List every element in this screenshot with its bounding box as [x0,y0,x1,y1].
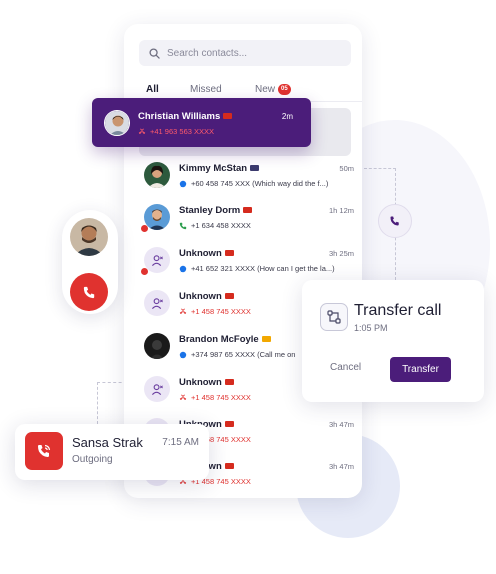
flag-usa-icon [250,165,260,172]
contact-name: Unknown [179,377,234,388]
call-time: 7:15 AM [162,437,199,448]
call-list-item[interactable]: Kimmy McStan 50m +60 458 745 XXX (Which wa… [144,162,354,202]
missed-call-icon [138,128,146,134]
tab-label: Missed [190,84,222,95]
unread-dot [141,268,148,275]
search-input[interactable] [167,47,347,59]
connector-line [97,382,127,383]
tab-missed[interactable]: Missed [190,84,222,95]
tab-new[interactable]: New 05 [255,84,291,95]
avatar [144,376,170,402]
contact-name: Unknown [179,291,234,302]
caller-photo [70,218,108,256]
call-time: 3h 47m [328,420,354,429]
flag-canada-icon [224,421,234,428]
dialog-time: 1:05 PM [354,323,388,333]
call-time: 2m [281,112,293,121]
call-list-item[interactable]: Stanley Dorm 1h 12m +1 634 458 XXXX [141,204,354,244]
flag-canada-icon [243,207,253,214]
unknown-contact-icon [151,297,163,309]
highlighted-call-item[interactable]: Christian Williams 2m +41 963 563 XXXX [92,98,311,147]
call-detail: +60 458 745 XXX (Which way did the f...) [179,179,328,188]
end-call-button[interactable] [70,273,108,311]
message-icon [179,180,187,187]
call-connector-bubble [378,204,412,238]
new-count-badge: 05 [278,84,291,95]
unread-dot [141,225,148,232]
avatar [144,290,170,316]
contact-name: Unknown [179,248,234,259]
connector-line [97,382,98,424]
unknown-contact-icon [151,383,163,395]
outgoing-call-card[interactable]: Sansa Strak Outgoing 7:15 AM [15,424,209,480]
transfer-icon [320,303,348,331]
outgoing-call-icon [25,432,63,470]
dialog-title: Transfer call [354,302,442,319]
call-detail: +1 458 745 XXXX [179,307,251,316]
call-status: Outgoing [72,454,113,465]
flag-armenia-icon [261,336,271,343]
avatar [104,110,130,136]
incoming-call-icon [179,222,187,229]
message-icon [179,351,187,358]
missed-call-icon [179,394,187,400]
flag-switzerland-icon [224,250,234,257]
active-call-card [62,210,118,314]
call-time: 3h 47m [328,462,354,471]
tab-label: New [255,84,276,95]
flag-canada-icon [224,463,234,470]
transfer-call-dialog: Transfer call 1:05 PM Cancel Transfer [302,280,484,402]
transfer-button[interactable]: Transfer [390,357,451,382]
avatar [144,333,170,359]
flag-canada-icon [224,293,234,300]
call-time: 50m [339,164,354,173]
phone-icon [390,216,399,226]
message-icon [179,265,187,272]
missed-call-icon [179,308,187,314]
call-time: 1h 12m [328,206,354,215]
flag-canada-icon [224,379,234,386]
avatar [144,162,170,188]
search-icon [149,47,160,59]
call-time: 3h 25m [328,249,354,258]
call-detail: +41 652 321 XXXX (How can I get the la..… [179,264,335,273]
call-detail: +374 987 65 XXXX (Call me on [179,350,295,359]
call-detail: +1 634 458 XXXX [179,221,251,230]
cancel-button[interactable]: Cancel [330,362,361,373]
phone-icon [83,286,94,298]
contact-name: Kimmy McStan [179,163,260,174]
tab-label: All [146,84,159,95]
contact-name: Stanley Dorm [179,205,253,216]
contact-name: Brandon McFoyle [179,334,271,345]
avatar [144,247,170,273]
contact-name: Sansa Strak [72,435,143,450]
call-detail: +41 963 563 XXXX [138,127,214,136]
call-detail: +1 458 745 XXXX [179,393,251,402]
flag-switzerland-icon [223,113,233,120]
connector-line [364,168,396,169]
contact-name: Christian Williams [138,111,233,122]
search-bar[interactable] [139,40,351,66]
unknown-contact-icon [151,254,163,266]
avatar [144,204,170,230]
tab-all[interactable]: All [146,84,159,95]
